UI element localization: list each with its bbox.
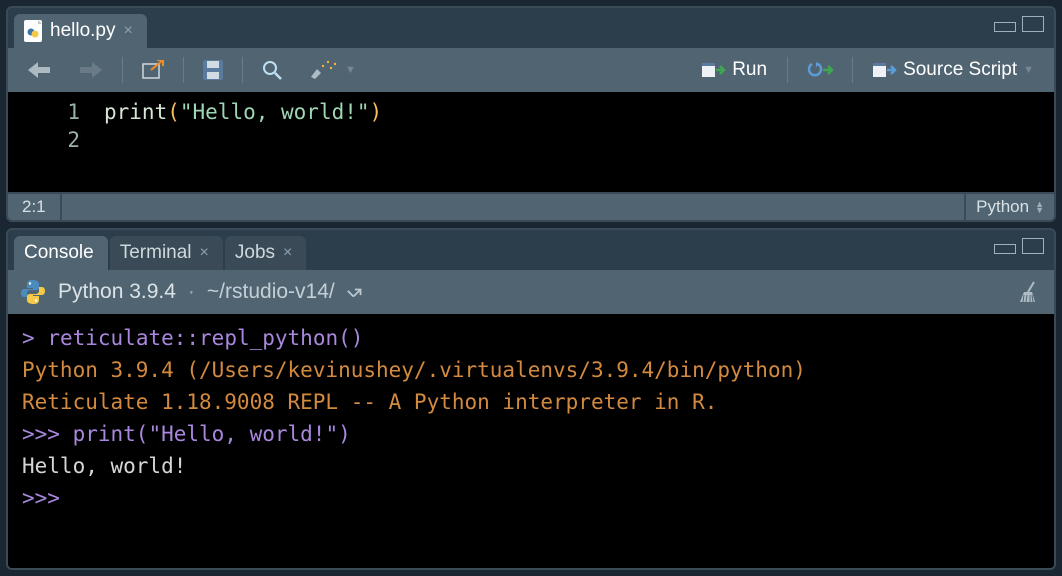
- clear-console-button[interactable]: [1018, 280, 1042, 304]
- python-file-icon: [24, 20, 42, 42]
- console-pane: Console Terminal × Jobs × Python 3.9.4 ·…: [6, 228, 1056, 570]
- run-button[interactable]: Run: [692, 55, 777, 85]
- pane-window-controls: [994, 16, 1044, 32]
- editor-statusbar: 2:1 Python ▲▼: [8, 192, 1054, 220]
- source-icon: [873, 60, 897, 80]
- save-button[interactable]: [194, 55, 232, 85]
- updown-icon: ▲▼: [1035, 201, 1044, 213]
- open-in-window-button[interactable]: [133, 56, 173, 84]
- chevron-down-icon: ▼: [1023, 64, 1034, 76]
- pane-window-controls: [994, 238, 1044, 254]
- console-header: Python 3.9.4 · ~/rstudio-v14/: [8, 270, 1054, 314]
- close-icon[interactable]: ×: [283, 244, 292, 262]
- tab-jobs[interactable]: Jobs ×: [225, 236, 306, 270]
- tab-console[interactable]: Console: [14, 236, 108, 270]
- chevron-down-icon: ▼: [345, 64, 356, 76]
- file-tab-hello[interactable]: hello.py ×: [14, 14, 147, 48]
- python-version: Python 3.9.4: [58, 280, 176, 304]
- minimize-icon[interactable]: [994, 244, 1016, 254]
- tab-filename: hello.py: [50, 20, 116, 42]
- console-tabbar: Console Terminal × Jobs ×: [8, 230, 1054, 270]
- nav-back-button[interactable]: [18, 56, 60, 84]
- goto-dir-icon[interactable]: [347, 284, 367, 300]
- working-dir: ~/rstudio-v14/: [207, 280, 335, 304]
- source-pane: hello.py × ▼: [6, 6, 1056, 222]
- maximize-icon[interactable]: [1022, 238, 1044, 254]
- tab-terminal[interactable]: Terminal ×: [110, 236, 223, 270]
- close-icon[interactable]: ×: [124, 22, 133, 40]
- close-icon[interactable]: ×: [200, 244, 209, 262]
- code-tools-button[interactable]: ▼: [301, 55, 364, 85]
- maximize-icon[interactable]: [1022, 16, 1044, 32]
- run-icon: [702, 60, 726, 80]
- editor-toolbar: ▼ Run Source Script ▼: [8, 48, 1054, 92]
- cursor-position: 2:1: [8, 194, 62, 220]
- minimize-icon[interactable]: [994, 22, 1016, 32]
- code-editor[interactable]: 12 print("Hello, world!"): [8, 92, 1054, 192]
- line-gutter: 12: [8, 92, 98, 192]
- console-output[interactable]: > reticulate::repl_python() Python 3.9.4…: [8, 314, 1054, 568]
- code-content: print("Hello, world!"): [98, 92, 388, 192]
- rerun-button[interactable]: [798, 56, 842, 84]
- editor-tabbar: hello.py ×: [8, 8, 1054, 48]
- python-logo-icon: [20, 279, 46, 305]
- find-button[interactable]: [253, 55, 291, 85]
- language-selector[interactable]: Python ▲▼: [964, 194, 1054, 220]
- source-script-button[interactable]: Source Script ▼: [863, 55, 1044, 85]
- nav-forward-button[interactable]: [70, 56, 112, 84]
